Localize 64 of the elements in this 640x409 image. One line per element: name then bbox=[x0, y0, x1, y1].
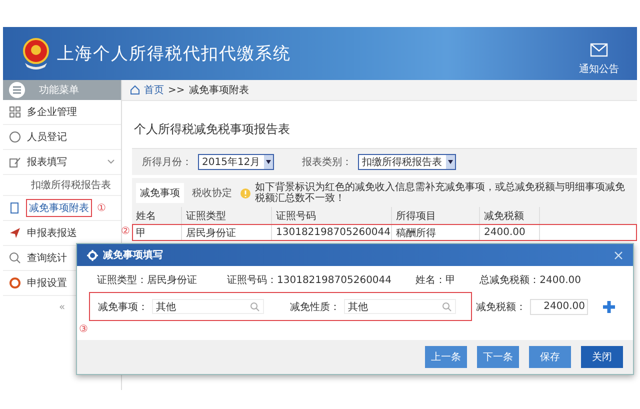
submenu-item[interactable]: 扣缴所得税报告表 bbox=[3, 175, 121, 196]
menu-icon[interactable] bbox=[9, 82, 25, 98]
info-text: 证照号码：130182198705260044 bbox=[227, 274, 392, 287]
dropdown-icon bbox=[266, 160, 272, 164]
menu-item[interactable]: 人员登记 bbox=[3, 125, 121, 150]
lookup-field[interactable]: 其他 bbox=[344, 299, 456, 314]
table-cell: 居民身份证 bbox=[182, 224, 272, 241]
annotation-marker: ② bbox=[121, 226, 130, 237]
plus-icon[interactable] bbox=[602, 300, 616, 314]
column-header: 减免税额 bbox=[480, 207, 540, 224]
system-title: 上海个人所得税代扣代缴系统 bbox=[57, 43, 291, 65]
field-label: 减免税额： bbox=[476, 300, 526, 314]
menu-item[interactable]: 多企业管理 bbox=[3, 100, 121, 125]
dropdown-icon bbox=[448, 160, 454, 164]
menu-item-icon bbox=[9, 202, 21, 214]
gear-icon bbox=[87, 250, 98, 260]
dialog-button[interactable]: 下一条 bbox=[477, 346, 519, 368]
column-header: 所得项目 bbox=[392, 207, 480, 224]
column-header: 证照号码 bbox=[272, 207, 392, 224]
filter-label: 报表类别： bbox=[302, 156, 352, 169]
breadcrumb-item[interactable]: 首页 bbox=[144, 83, 164, 97]
page-title: 个人所得税减免税事项报告表 bbox=[134, 121, 291, 138]
select-field[interactable]: 扣缴所得税报告表 bbox=[358, 154, 456, 170]
column-header: 姓名 bbox=[132, 207, 182, 224]
column-header: 证照类型 bbox=[182, 207, 272, 224]
lookup-field[interactable]: 其他 bbox=[152, 299, 264, 314]
dialog-button[interactable]: 关闭 bbox=[581, 346, 623, 368]
dialog-button[interactable]: 保存 bbox=[529, 346, 571, 368]
breadcrumb-item: >> bbox=[168, 84, 185, 96]
info-text: 总减免税额：2400.00 bbox=[480, 274, 581, 287]
search-icon bbox=[442, 302, 452, 312]
field-label: 减免性质： bbox=[290, 300, 340, 314]
menu-item-icon bbox=[9, 277, 21, 289]
amount-field[interactable]: 2400.00 bbox=[530, 298, 588, 314]
tab[interactable]: 税收协定 bbox=[188, 183, 236, 203]
annotation-marker: ① bbox=[97, 202, 106, 214]
tab[interactable]: 减免事项 bbox=[136, 183, 184, 203]
info-text: 姓名：甲 bbox=[416, 274, 456, 287]
table-cell: 稿酬所得 bbox=[392, 224, 480, 241]
home-icon[interactable] bbox=[130, 85, 140, 95]
breadcrumb-item: 减免事项附表 bbox=[188, 84, 249, 97]
menu-item-icon bbox=[9, 227, 21, 239]
filter-label: 所得月份： bbox=[142, 156, 192, 169]
table-cell: 甲 bbox=[132, 224, 182, 241]
emblem-icon bbox=[21, 36, 51, 70]
mail-icon[interactable] bbox=[590, 43, 608, 57]
select-field[interactable]: 2015年12月 bbox=[198, 154, 274, 170]
search-icon bbox=[250, 302, 260, 312]
menu-item[interactable]: 报表填写 bbox=[3, 150, 121, 175]
menu-item-icon bbox=[9, 131, 21, 143]
notice-link[interactable]: 通知公告 bbox=[579, 62, 619, 76]
menu-item-icon bbox=[9, 252, 21, 264]
menu-item-icon bbox=[9, 156, 21, 168]
menu-item-icon bbox=[9, 106, 21, 118]
table-cell: 2400.00 bbox=[480, 224, 540, 241]
close-icon[interactable] bbox=[614, 250, 623, 260]
table-cell: 130182198705260044 bbox=[272, 224, 392, 241]
menu-title: 功能菜单 bbox=[39, 84, 79, 97]
annotation-marker: ③ bbox=[79, 324, 88, 335]
warning-icon bbox=[240, 188, 251, 198]
field-label: 减免事项： bbox=[98, 300, 148, 314]
menu-item[interactable]: 减免事项附表 ① bbox=[3, 196, 121, 221]
warning-message: 如下背景标识为红色的减免收入信息需补充减免事项，或总减免税额与明细事项减免税额汇总数不一致！ bbox=[255, 182, 626, 204]
dialog-button[interactable]: 上一条 bbox=[425, 346, 467, 368]
